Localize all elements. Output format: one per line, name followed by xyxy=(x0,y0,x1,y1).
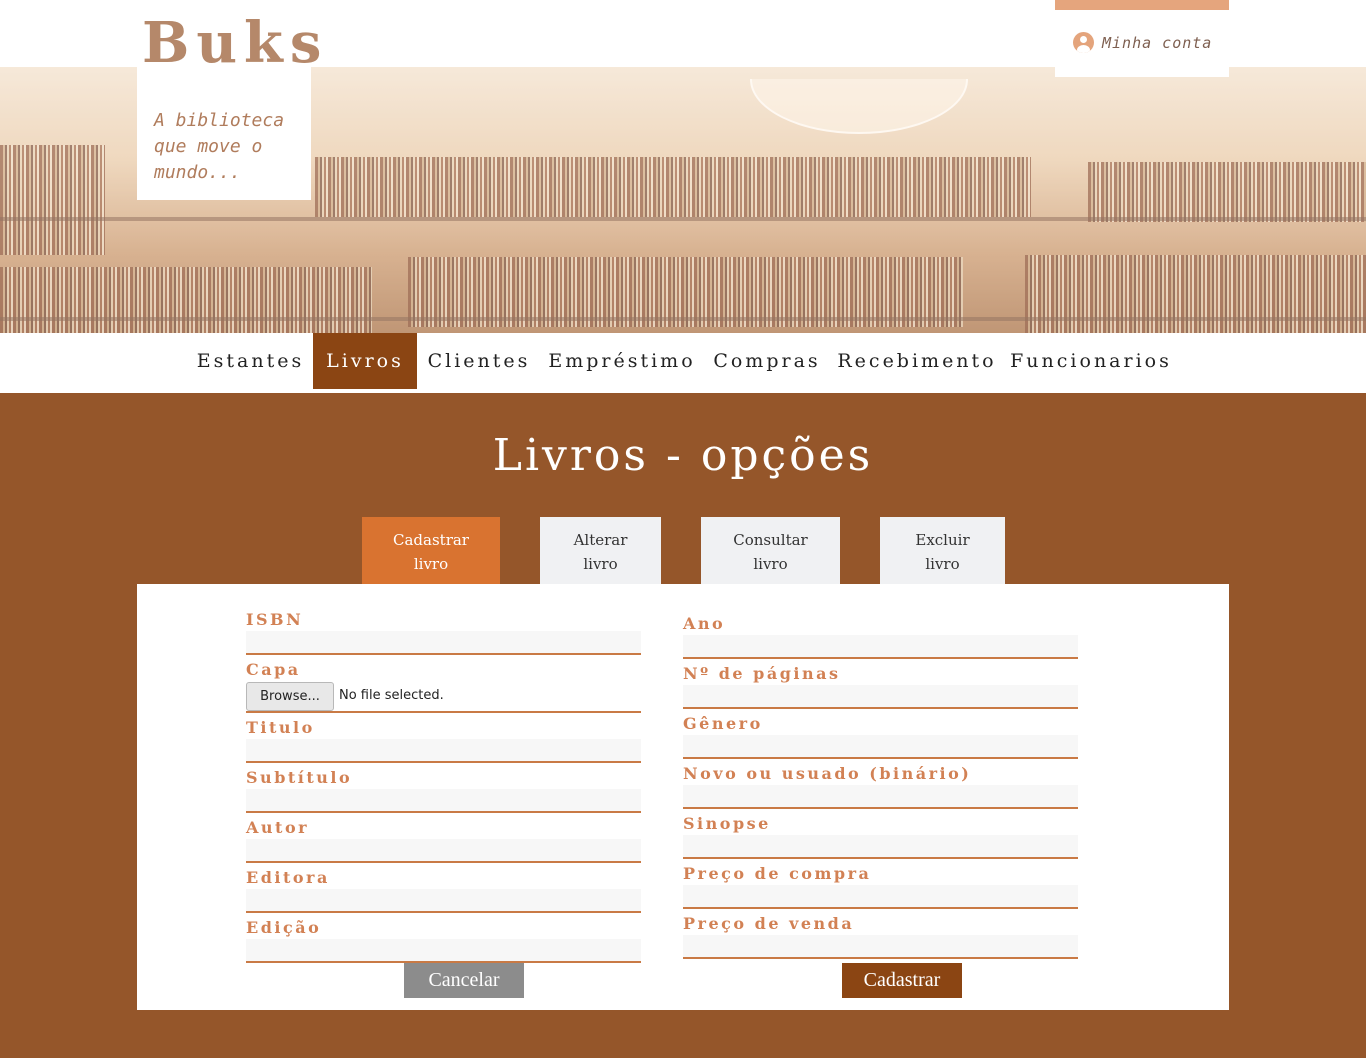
tab-label-line2: livro xyxy=(925,555,960,573)
browse-button[interactable]: Browse... xyxy=(246,682,334,711)
nav-item-recebimento[interactable]: Recebimento xyxy=(837,333,997,389)
paginas-label: Nº de páginas xyxy=(683,664,841,683)
tab-label-line1: Consultar xyxy=(733,531,808,549)
capa-file-input: Browse... No file selected. xyxy=(246,682,641,713)
isbn-input[interactable] xyxy=(246,631,641,655)
ano-input[interactable] xyxy=(683,635,1078,659)
tab-label-line1: Alterar xyxy=(573,531,628,549)
editora-input[interactable] xyxy=(246,889,641,913)
submit-button[interactable]: Cadastrar xyxy=(842,963,962,998)
preco-compra-label: Preço de compra xyxy=(683,864,872,883)
paginas-input[interactable] xyxy=(683,685,1078,709)
novo-usado-input[interactable] xyxy=(683,785,1078,809)
preco-compra-input[interactable] xyxy=(683,885,1078,909)
account-panel: Minha conta xyxy=(1055,0,1229,77)
nav-item-emprestimo[interactable]: Empréstimo xyxy=(547,333,697,389)
nav-item-livros[interactable]: Livros xyxy=(313,333,417,389)
tab-label-line2: livro xyxy=(753,555,788,573)
titulo-input[interactable] xyxy=(246,739,641,763)
tab-consultar-livro[interactable]: Consultar livro xyxy=(701,517,840,584)
site-logo[interactable]: Buks xyxy=(142,10,328,76)
sinopse-input[interactable] xyxy=(683,835,1078,859)
autor-input[interactable] xyxy=(246,839,641,863)
preco-venda-label: Preço de venda xyxy=(683,914,855,933)
nav-item-clientes[interactable]: Clientes xyxy=(425,333,533,389)
my-account-button[interactable]: Minha conta xyxy=(1073,32,1212,53)
file-status-text: No file selected. xyxy=(339,688,444,703)
tab-label-line1: Cadastrar xyxy=(393,531,469,549)
sinopse-label: Sinopse xyxy=(683,814,771,833)
preco-venda-input[interactable] xyxy=(683,935,1078,959)
isbn-label: ISBN xyxy=(246,610,304,629)
page-title: Livros - opções xyxy=(492,430,874,481)
autor-label: Autor xyxy=(246,818,310,837)
capa-label: Capa xyxy=(246,660,301,679)
subtitulo-label: Subtítulo xyxy=(246,768,353,787)
tab-label-line2: livro xyxy=(413,555,449,573)
main-nav: Estantes Livros Clientes Empréstimo Comp… xyxy=(0,333,1366,393)
edicao-input[interactable] xyxy=(246,939,641,963)
nav-item-funcionarios[interactable]: Funcionarios xyxy=(1010,333,1172,389)
my-account-label: Minha conta xyxy=(1102,33,1213,52)
tab-excluir-livro[interactable]: Excluir livro xyxy=(880,517,1005,584)
ano-label: Ano xyxy=(683,614,726,633)
genero-label: Gênero xyxy=(683,714,763,733)
titulo-label: Titulo xyxy=(246,718,315,737)
cancel-button[interactable]: Cancelar xyxy=(404,963,524,998)
nav-item-compras[interactable]: Compras xyxy=(710,333,824,389)
user-circle-icon xyxy=(1073,32,1094,53)
subtitulo-input[interactable] xyxy=(246,789,641,813)
tab-cadastrar-livro[interactable]: Cadastrar livro xyxy=(362,517,500,584)
genero-input[interactable] xyxy=(683,735,1078,759)
novo-usado-label: Novo ou usuado (binário) xyxy=(683,764,972,783)
tab-label-line1: Excluir xyxy=(915,531,970,549)
site-tagline: A biblioteca que move o mundo... xyxy=(154,110,285,183)
tab-alterar-livro[interactable]: Alterar livro xyxy=(540,517,661,584)
nav-item-estantes[interactable]: Estantes xyxy=(194,333,307,389)
edicao-label: Edição xyxy=(246,918,322,937)
editora-label: Editora xyxy=(246,868,330,887)
tab-label-line2: livro xyxy=(583,555,618,573)
